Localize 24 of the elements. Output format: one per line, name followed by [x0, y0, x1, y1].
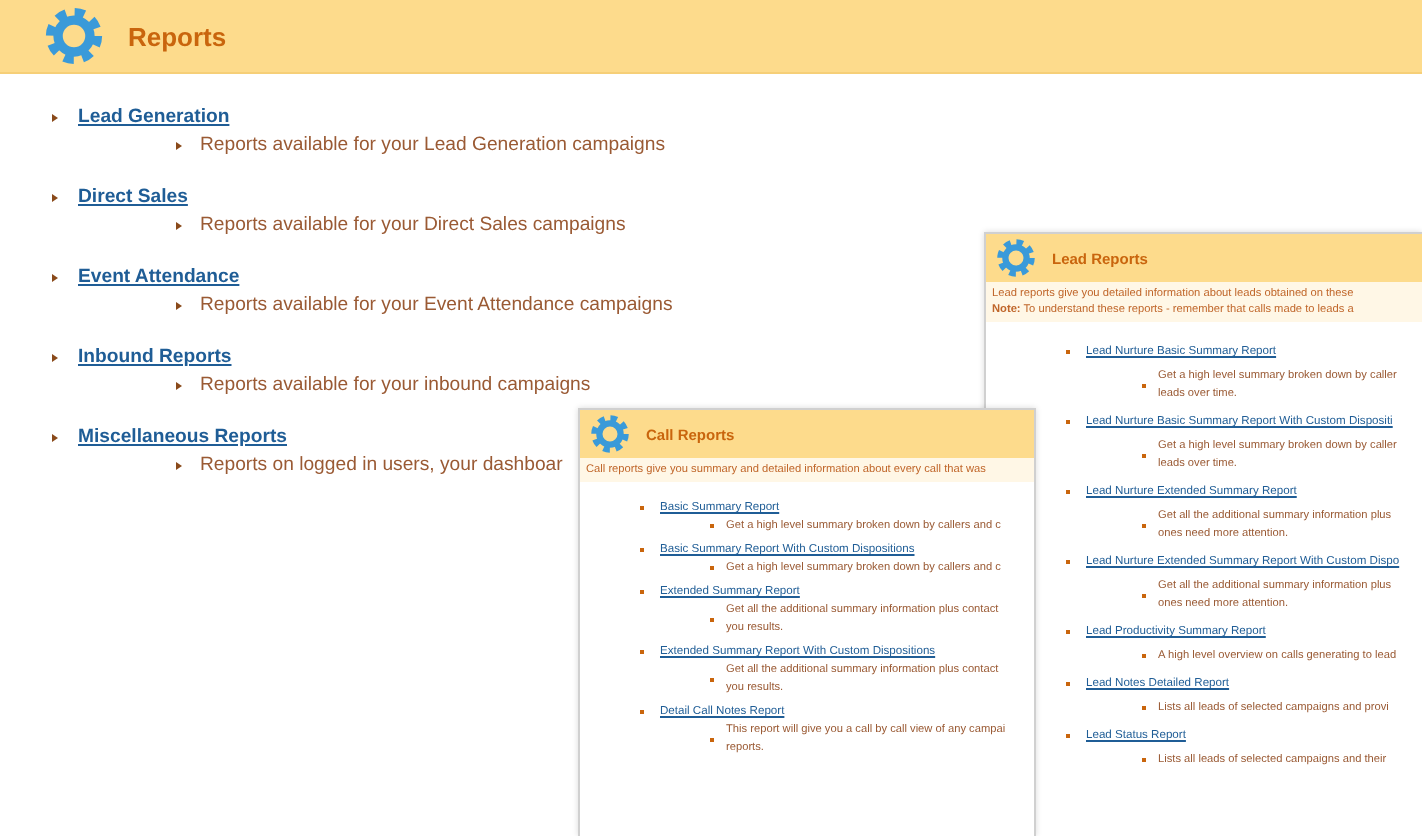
category-link[interactable]: Inbound Reports: [78, 346, 232, 368]
category-link[interactable]: Miscellaneous Reports: [78, 426, 287, 448]
category-link[interactable]: Lead Generation: [78, 106, 230, 128]
bullet-icon: [52, 273, 58, 281]
category-description: Reports available for your Event Attendance campaigns: [200, 294, 673, 316]
category-description: Reports available for your inbound campaigns: [200, 374, 591, 396]
bullet-icon: [176, 221, 182, 229]
bullet-icon: [176, 381, 182, 389]
category-description: Reports available for your Lead Generation campaigns: [200, 134, 666, 156]
bullet-icon: [176, 301, 182, 309]
bullet-icon: [176, 461, 182, 469]
bullet-icon: [52, 113, 58, 121]
category-link[interactable]: Direct Sales: [78, 186, 188, 208]
category-description: Reports available for your Direct Sales campaigns: [200, 214, 626, 236]
gear-icon: [590, 414, 630, 454]
page-title: Reports: [128, 21, 227, 51]
category-link[interactable]: Event Attendance: [78, 266, 240, 288]
category-description: Reports on logged in users, your dashboar: [200, 454, 563, 476]
gear-icon: [44, 6, 104, 66]
bullet-icon: [52, 193, 58, 201]
bullet-icon: [52, 353, 58, 361]
bullet-icon: [52, 433, 58, 441]
bullet-icon: [176, 141, 182, 149]
gear-icon: [996, 238, 1036, 278]
